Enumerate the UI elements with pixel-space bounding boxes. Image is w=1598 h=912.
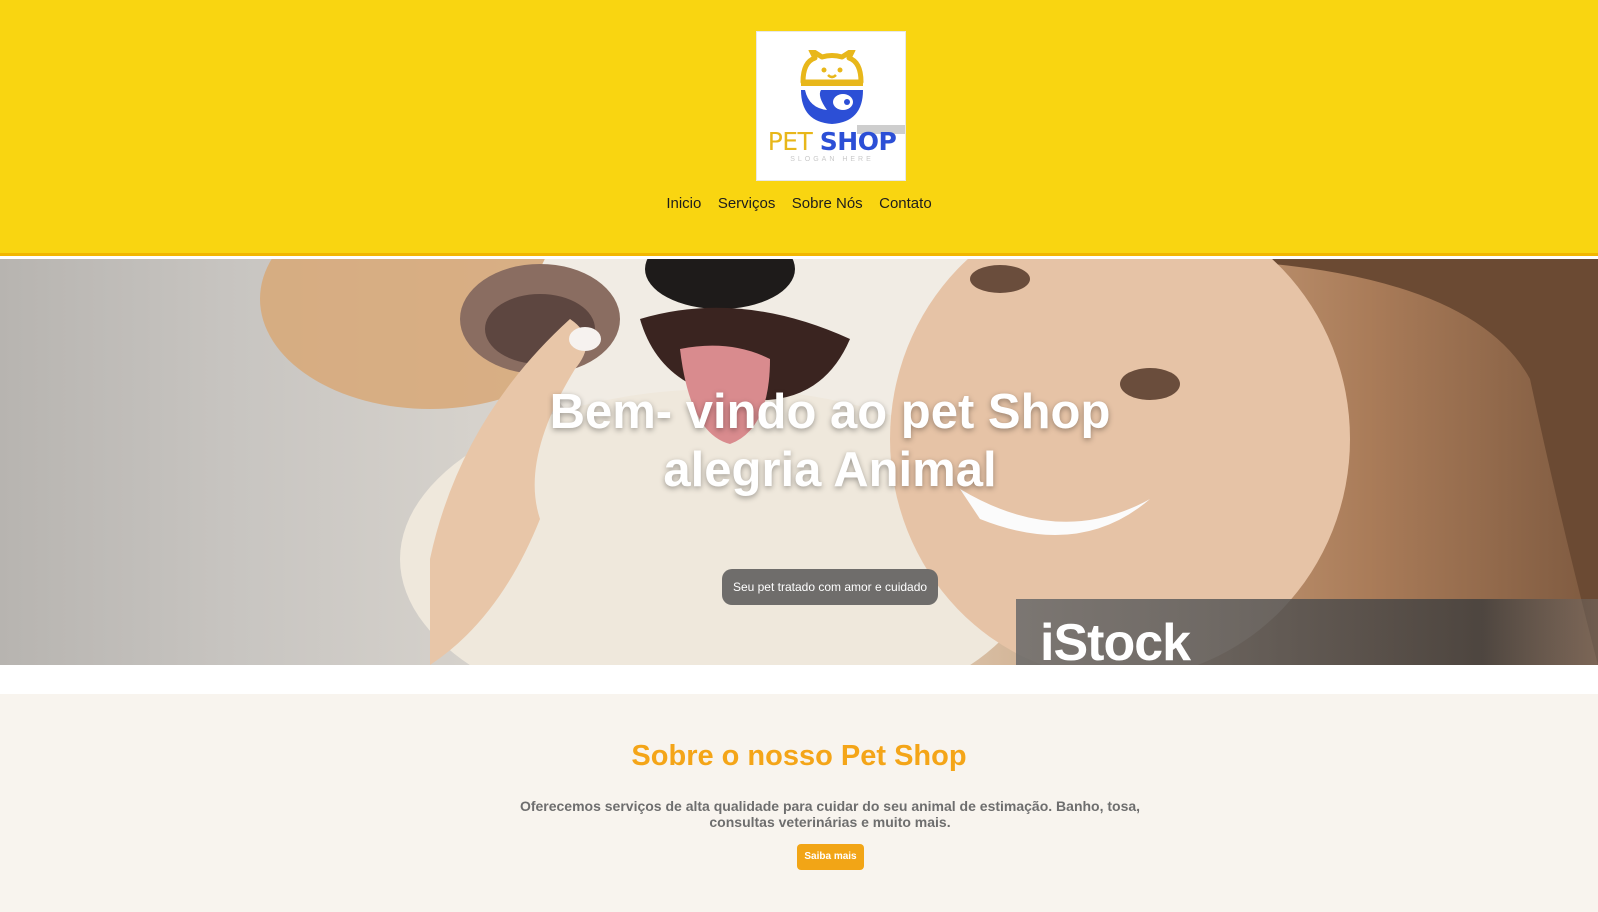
hero-tagline-badge: Seu pet tratado com amor e cuidado xyxy=(722,569,938,605)
istock-watermark-text: iStock xyxy=(1040,614,1191,665)
logo-slogan: SLOGAN HERE xyxy=(790,156,874,163)
cat-dog-logo-icon xyxy=(800,50,864,124)
logo-word-pet: PET xyxy=(767,127,813,156)
about-description: Oferecemos serviços de alta qualidade pa… xyxy=(519,798,1141,830)
about-section: Sobre o nosso Pet Shop Oferecemos serviç… xyxy=(0,694,1598,912)
saiba-mais-button[interactable]: Saiba mais xyxy=(797,844,864,870)
hero-title: Bem- vindo ao pet Shop alegria Animal xyxy=(549,385,1111,497)
nav-link-servicos[interactable]: Serviços xyxy=(718,195,776,212)
nav-link-contato[interactable]: Contato xyxy=(879,195,932,212)
site-header: PET SHOP SLOGAN HERE Inicio Serviços Sob… xyxy=(0,0,1598,256)
logo-word-shop: SHOP xyxy=(819,127,897,156)
nav-link-inicio[interactable]: Inicio xyxy=(666,195,701,212)
about-title: Sobre o nosso Pet Shop xyxy=(631,740,967,772)
hero-banner: Bem- vindo ao pet Shop alegria Animal Se… xyxy=(0,259,1598,665)
pet-shop-logo[interactable]: PET SHOP SLOGAN HERE xyxy=(756,31,906,181)
stock-watermark: iStock xyxy=(1016,599,1598,665)
logo-wordmark: PET SHOP xyxy=(757,127,907,156)
nav-link-sobre-nos[interactable]: Sobre Nós xyxy=(792,195,863,212)
main-nav: Inicio Serviços Sobre Nós Contato xyxy=(0,195,1598,213)
